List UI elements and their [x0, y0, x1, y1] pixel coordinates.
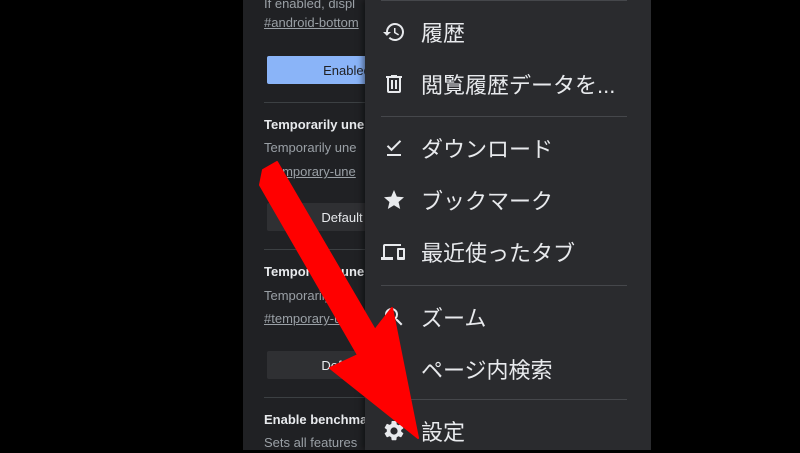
flag-description: Temporarily une	[264, 140, 357, 155]
flag-title: Enable benchma	[264, 412, 368, 427]
star-icon	[381, 187, 407, 213]
menu-item-label: ページ内検索	[421, 358, 553, 383]
overflow-menu: 履歴 閲覧履歴データを... ダウンロード ブックマーク 最近使ったタブ ズーム	[365, 0, 651, 450]
menu-item-label: 履歴	[421, 21, 466, 46]
flag-description: Temporarily	[264, 288, 332, 303]
menu-item-find-in-page[interactable]: ページ内検索	[365, 347, 651, 391]
gear-icon	[381, 418, 407, 444]
zoom-in-icon	[381, 304, 407, 330]
menu-item-label: 閲覧履歴データを...	[421, 73, 616, 98]
trash-icon	[381, 71, 407, 97]
menu-item-label: ズーム	[421, 306, 487, 331]
flag-link[interactable]: #temporary-u	[264, 311, 341, 326]
menu-item-recent-tabs[interactable]: 最近使ったタブ	[365, 230, 651, 274]
menu-separator	[381, 285, 627, 286]
flag-description: If enabled, displ	[264, 0, 356, 11]
flag-link[interactable]: #temporary-une	[264, 164, 356, 179]
menu-separator	[381, 399, 627, 400]
menu-item-label: 最近使ったタブ	[421, 241, 576, 266]
menu-item-label: ブックマーク	[421, 189, 554, 214]
menu-item-zoom[interactable]: ズーム	[365, 295, 651, 339]
find-in-page-icon	[381, 356, 407, 382]
flag-link[interactable]: #android-bottom	[264, 15, 359, 30]
menu-item-label: 設定	[421, 420, 466, 445]
devices-icon	[381, 239, 407, 265]
menu-item-downloads[interactable]: ダウンロード	[365, 126, 651, 170]
flag-title: Temporarily une	[264, 264, 365, 279]
flag-description: Sets all features	[264, 435, 358, 450]
menu-separator	[381, 116, 627, 117]
menu-item-label: ダウンロード	[421, 137, 554, 162]
menu-item-bookmarks[interactable]: ブックマーク	[365, 178, 651, 222]
menu-separator	[381, 0, 627, 1]
menu-item-clear-browsing-data[interactable]: 閲覧履歴データを...	[365, 62, 651, 106]
history-icon	[381, 19, 407, 45]
menu-item-history[interactable]: 履歴	[365, 10, 651, 54]
download-check-icon	[381, 135, 407, 161]
menu-item-settings[interactable]: 設定	[365, 409, 651, 453]
flag-title: Temporarily une	[264, 117, 365, 132]
